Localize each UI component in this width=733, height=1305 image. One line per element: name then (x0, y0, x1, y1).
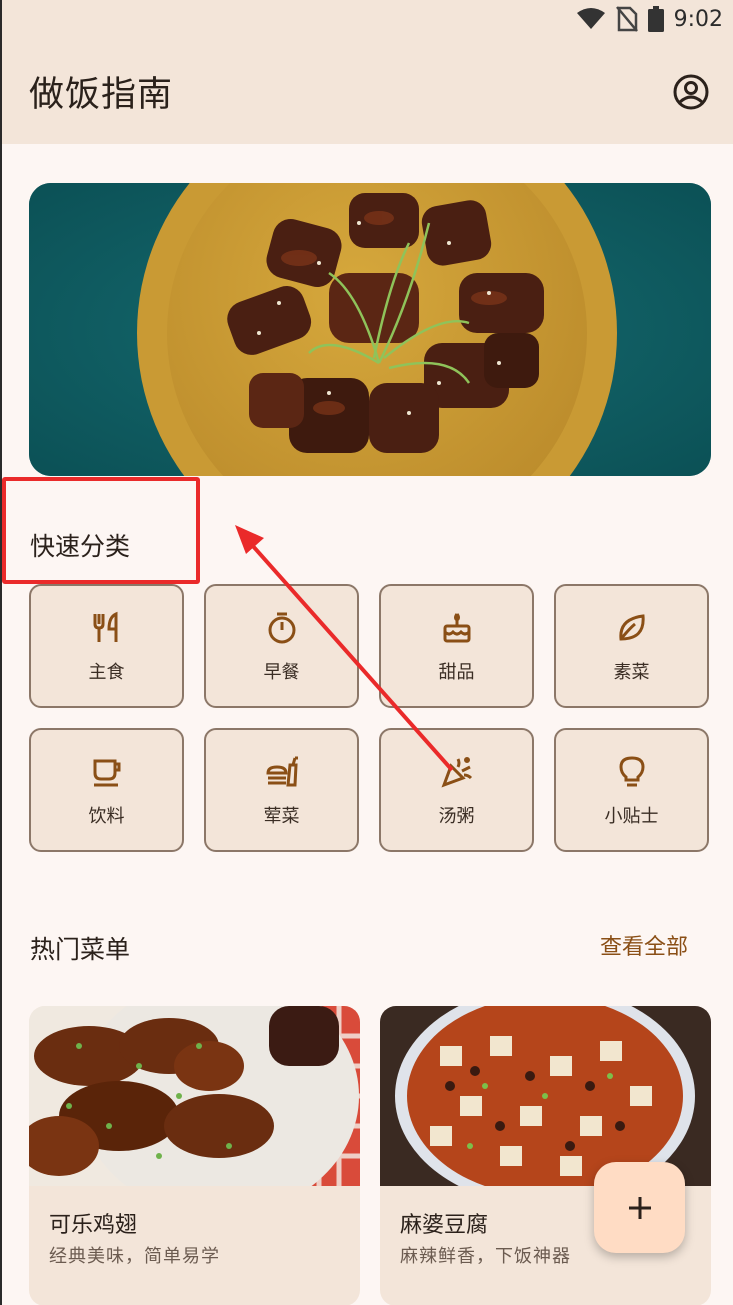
category-drinks[interactable]: 饮料 (29, 728, 184, 852)
page-title: 做饭指南 (29, 75, 174, 115)
status-bar: 9:02 (2, 0, 733, 42)
app-bar: 做饭指南 (2, 42, 733, 144)
utensils-icon (87, 608, 127, 648)
recipe-title: 麻婆豆腐 (400, 1213, 489, 1238)
category-label: 荤菜 (263, 806, 300, 827)
category-tips[interactable]: 小贴士 (554, 728, 709, 852)
cup-icon (87, 752, 127, 792)
battery-icon (647, 6, 664, 32)
popular-title: 热门菜单 (30, 935, 131, 964)
category-grid: 主食 早餐 甜品 素菜 饮料 荤菜 汤粥 小贴士 (29, 584, 711, 852)
category-label: 主食 (88, 662, 125, 683)
leaf-icon (612, 608, 652, 648)
category-label: 小贴士 (604, 806, 659, 827)
recipe-subtitle: 经典美味，简单易学 (49, 1246, 220, 1267)
see-all-link[interactable]: 查看全部 (600, 929, 688, 961)
cake-icon (437, 608, 477, 648)
category-label: 饮料 (88, 806, 125, 827)
recipe-card-mapo-tofu[interactable]: 麻婆豆腐 麻辣鲜香，下饭神器 (380, 1006, 711, 1305)
lightbulb-icon (612, 752, 652, 792)
recipe-image (29, 1006, 360, 1186)
profile-button[interactable] (671, 72, 711, 112)
account-circle-icon (673, 74, 709, 110)
recipe-subtitle: 麻辣鲜香，下饭神器 (400, 1246, 571, 1267)
category-vegetable[interactable]: 素菜 (554, 584, 709, 708)
recipe-image (380, 1006, 711, 1186)
quick-categories-title: 快速分类 (30, 532, 131, 561)
party-popper-icon (437, 752, 477, 792)
hero-banner-image[interactable] (29, 183, 711, 476)
recipe-title: 可乐鸡翅 (49, 1213, 138, 1238)
timer-icon (262, 608, 302, 648)
category-breakfast[interactable]: 早餐 (204, 584, 359, 708)
plus-icon (628, 1196, 651, 1219)
burger-drink-icon (262, 752, 302, 792)
category-label: 素菜 (613, 662, 650, 683)
category-soup[interactable]: 汤粥 (379, 728, 534, 852)
add-fab-button[interactable] (594, 1162, 685, 1253)
status-time: 9:02 (673, 6, 723, 32)
status-icons: 9:02 (576, 6, 723, 32)
category-label: 甜品 (438, 662, 475, 683)
wifi-icon (576, 8, 605, 29)
no-sim-icon (615, 6, 638, 32)
category-label: 早餐 (263, 662, 300, 683)
category-label: 汤粥 (438, 806, 475, 827)
hero-dish-illustration (29, 183, 711, 476)
category-meat[interactable]: 荤菜 (204, 728, 359, 852)
recipe-card-cola-wings[interactable]: 可乐鸡翅 经典美味，简单易学 (29, 1006, 360, 1305)
category-staple[interactable]: 主食 (29, 584, 184, 708)
category-dessert[interactable]: 甜品 (379, 584, 534, 708)
